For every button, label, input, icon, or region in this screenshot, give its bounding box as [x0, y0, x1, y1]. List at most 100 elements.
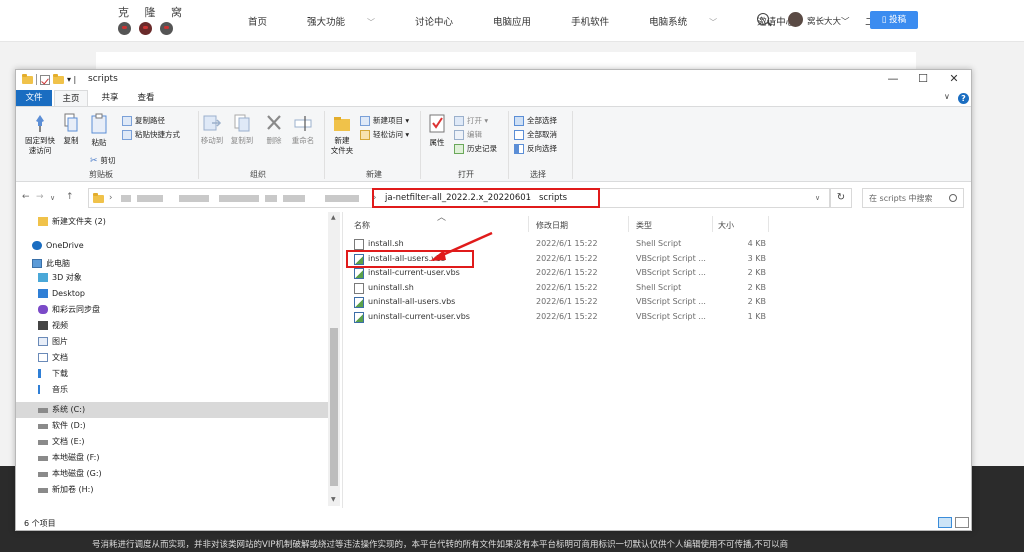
rename-button[interactable]: 重命名	[288, 113, 318, 146]
sidebar-item-label: Desktop	[52, 289, 85, 298]
copy-to-button[interactable]: 复制到	[228, 113, 256, 146]
address-bar[interactable]: › › ja-netfilter-all_2022.2.x_20220601 ›…	[88, 188, 830, 208]
copy-to-icon	[234, 114, 250, 132]
nav-item-5[interactable]: 电脑系统 ﹀	[649, 14, 737, 28]
pin-quick-access-button[interactable]: 固定到快 速访问	[20, 113, 60, 156]
delete-x-icon	[267, 115, 281, 130]
recent-locations-button[interactable]: ∨	[50, 194, 55, 202]
sidebar-item-label: 3D 对象	[52, 273, 82, 282]
open-button[interactable]: 打开 ▾	[454, 115, 488, 126]
pin-icon	[36, 115, 44, 132]
sort-indicator-icon: ︿	[437, 213, 447, 223]
new-item-button[interactable]: 新建项目 ▾	[360, 115, 409, 126]
forward-button[interactable]: →	[36, 192, 44, 202]
drive-icon	[38, 488, 48, 493]
minimize-button[interactable]: —	[883, 72, 903, 85]
tab-view[interactable]: 查看	[132, 90, 160, 106]
delete-button[interactable]: 删除	[262, 113, 286, 146]
back-button[interactable]: ←	[22, 192, 30, 202]
nav-item-3[interactable]: 电脑应用	[493, 14, 551, 28]
help-icon[interactable]: ?	[958, 93, 969, 104]
nav-item-1[interactable]: 强大功能 ﹀	[307, 14, 395, 28]
sidebar-item[interactable]: 新加卷 (H:)	[16, 482, 328, 498]
nav-item-4[interactable]: 手机软件	[571, 14, 629, 28]
address-dropdown[interactable]: ∨	[815, 194, 820, 202]
paste-shortcut-button[interactable]: 粘贴快捷方式	[122, 129, 180, 140]
column-header-modified[interactable]: 修改日期	[536, 220, 568, 231]
sidebar-item[interactable]: 音乐	[16, 382, 328, 398]
sidebar-item[interactable]: OneDrive	[16, 238, 328, 254]
maximize-button[interactable]: ☐	[913, 72, 933, 85]
copy-path-button[interactable]: 复制路径	[122, 115, 165, 126]
status-bar: 6 个项目	[16, 514, 971, 531]
sidebar-item[interactable]: 和彩云同步盘	[16, 302, 328, 318]
scroll-up-icon[interactable]: ▲	[331, 214, 336, 221]
select-all-button[interactable]: 全部选择	[514, 115, 557, 126]
search-box[interactable]: 在 scripts 中搜索	[862, 188, 964, 208]
sidebar-item[interactable]: 新建文件夹 (2)	[16, 214, 328, 230]
close-button[interactable]: ✕	[944, 72, 964, 85]
sidebar-item[interactable]: 视频	[16, 318, 328, 334]
avatar[interactable]	[788, 12, 803, 27]
copy-button[interactable]: 复制	[60, 113, 82, 146]
file-modified: 2022/6/1 15:22	[536, 312, 598, 321]
quick-access-toolbar: ▾ |	[22, 73, 76, 85]
tab-share[interactable]: 共享	[96, 90, 124, 106]
file-modified: 2022/6/1 15:22	[536, 268, 598, 278]
new-folder-button[interactable]: 新建 文件夹	[326, 113, 358, 156]
file-type: VBScript Script ...	[636, 253, 706, 263]
edit-button[interactable]: 编辑	[454, 129, 482, 140]
video-icon	[38, 321, 48, 330]
nav-item-2[interactable]: 讨论中心	[415, 14, 473, 28]
tab-home[interactable]: 主页	[54, 90, 88, 106]
vbscript-file-icon	[354, 312, 364, 323]
nav-item-0[interactable]: 首页	[248, 14, 287, 28]
scrollbar-thumb[interactable]	[330, 328, 338, 486]
sidebar-item[interactable]: 系统 (C:)	[16, 402, 328, 418]
quick-access-dropdown[interactable]: ▾ |	[67, 75, 76, 84]
file-row[interactable]: install-current-user.vbs 2022/6/1 15:22 VB…	[350, 267, 770, 281]
properties-button[interactable]: 属性	[424, 113, 450, 148]
file-name: install-current-user.vbs	[368, 268, 460, 278]
sidebar-item[interactable]: 文档	[16, 350, 328, 366]
file-row[interactable]: uninstall-current-user.vbs 2022/6/1 15:22…	[350, 311, 770, 325]
up-button[interactable]: ↑	[66, 192, 74, 202]
search-icon[interactable]	[757, 13, 769, 25]
site-logo[interactable]: 克 隆 窝	[112, 4, 192, 38]
sidebar-item[interactable]: 3D 对象	[16, 270, 328, 286]
file-row[interactable]: uninstall.sh 2022/6/1 15:22 Shell Script 2 …	[350, 282, 770, 296]
paste-button[interactable]: 粘贴	[86, 113, 112, 148]
sidebar-item[interactable]: 本地磁盘 (F:)	[16, 450, 328, 466]
refresh-button[interactable]: ↻	[830, 188, 852, 208]
properties-check-icon[interactable]	[40, 74, 50, 85]
large-icons-view-button[interactable]	[955, 517, 969, 528]
file-size: 2 KB	[747, 268, 766, 278]
sidebar-item-label: 软件 (D:)	[52, 421, 86, 430]
easy-access-button[interactable]: 轻松访问 ▾	[360, 129, 409, 140]
sidebar-item[interactable]: 软件 (D:)	[16, 418, 328, 434]
details-view-button[interactable]	[938, 517, 952, 528]
select-none-button[interactable]: 全部取消	[514, 129, 557, 140]
file-modified: 2022/6/1 15:22	[536, 282, 598, 292]
tab-file[interactable]: 文件	[16, 90, 52, 106]
scroll-down-icon[interactable]: ▼	[331, 496, 336, 503]
sidebar-scrollbar[interactable]: ▲ ▼	[328, 212, 340, 506]
column-header-type[interactable]: 类型	[636, 220, 652, 231]
sidebar-item[interactable]: 图片	[16, 334, 328, 350]
sidebar-item[interactable]: 下载	[16, 366, 328, 382]
sidebar-item[interactable]: Desktop	[16, 286, 328, 302]
sidebar-item[interactable]: 本地磁盘 (G:)	[16, 466, 328, 482]
column-header-size[interactable]: 大小	[718, 220, 734, 231]
new-folder-icon[interactable]	[53, 73, 64, 84]
history-button[interactable]: 历史记录	[454, 143, 497, 154]
move-to-button[interactable]: 移动到	[198, 113, 226, 146]
column-header-name[interactable]: 名称	[354, 220, 370, 231]
file-row[interactable]: uninstall-all-users.vbs 2022/6/1 15:22 VBS…	[350, 296, 770, 310]
ribbon-collapse-icon[interactable]: ∨	[944, 92, 950, 101]
cut-button[interactable]: ✂ 剪切	[90, 155, 116, 166]
post-button[interactable]: ▯ 投稿	[870, 11, 918, 29]
invert-selection-button[interactable]: 反向选择	[514, 143, 557, 154]
user-name[interactable]: 窝长大大﹀	[807, 15, 850, 27]
page-content-strip	[96, 52, 916, 70]
sidebar-item[interactable]: 文档 (E:)	[16, 434, 328, 450]
